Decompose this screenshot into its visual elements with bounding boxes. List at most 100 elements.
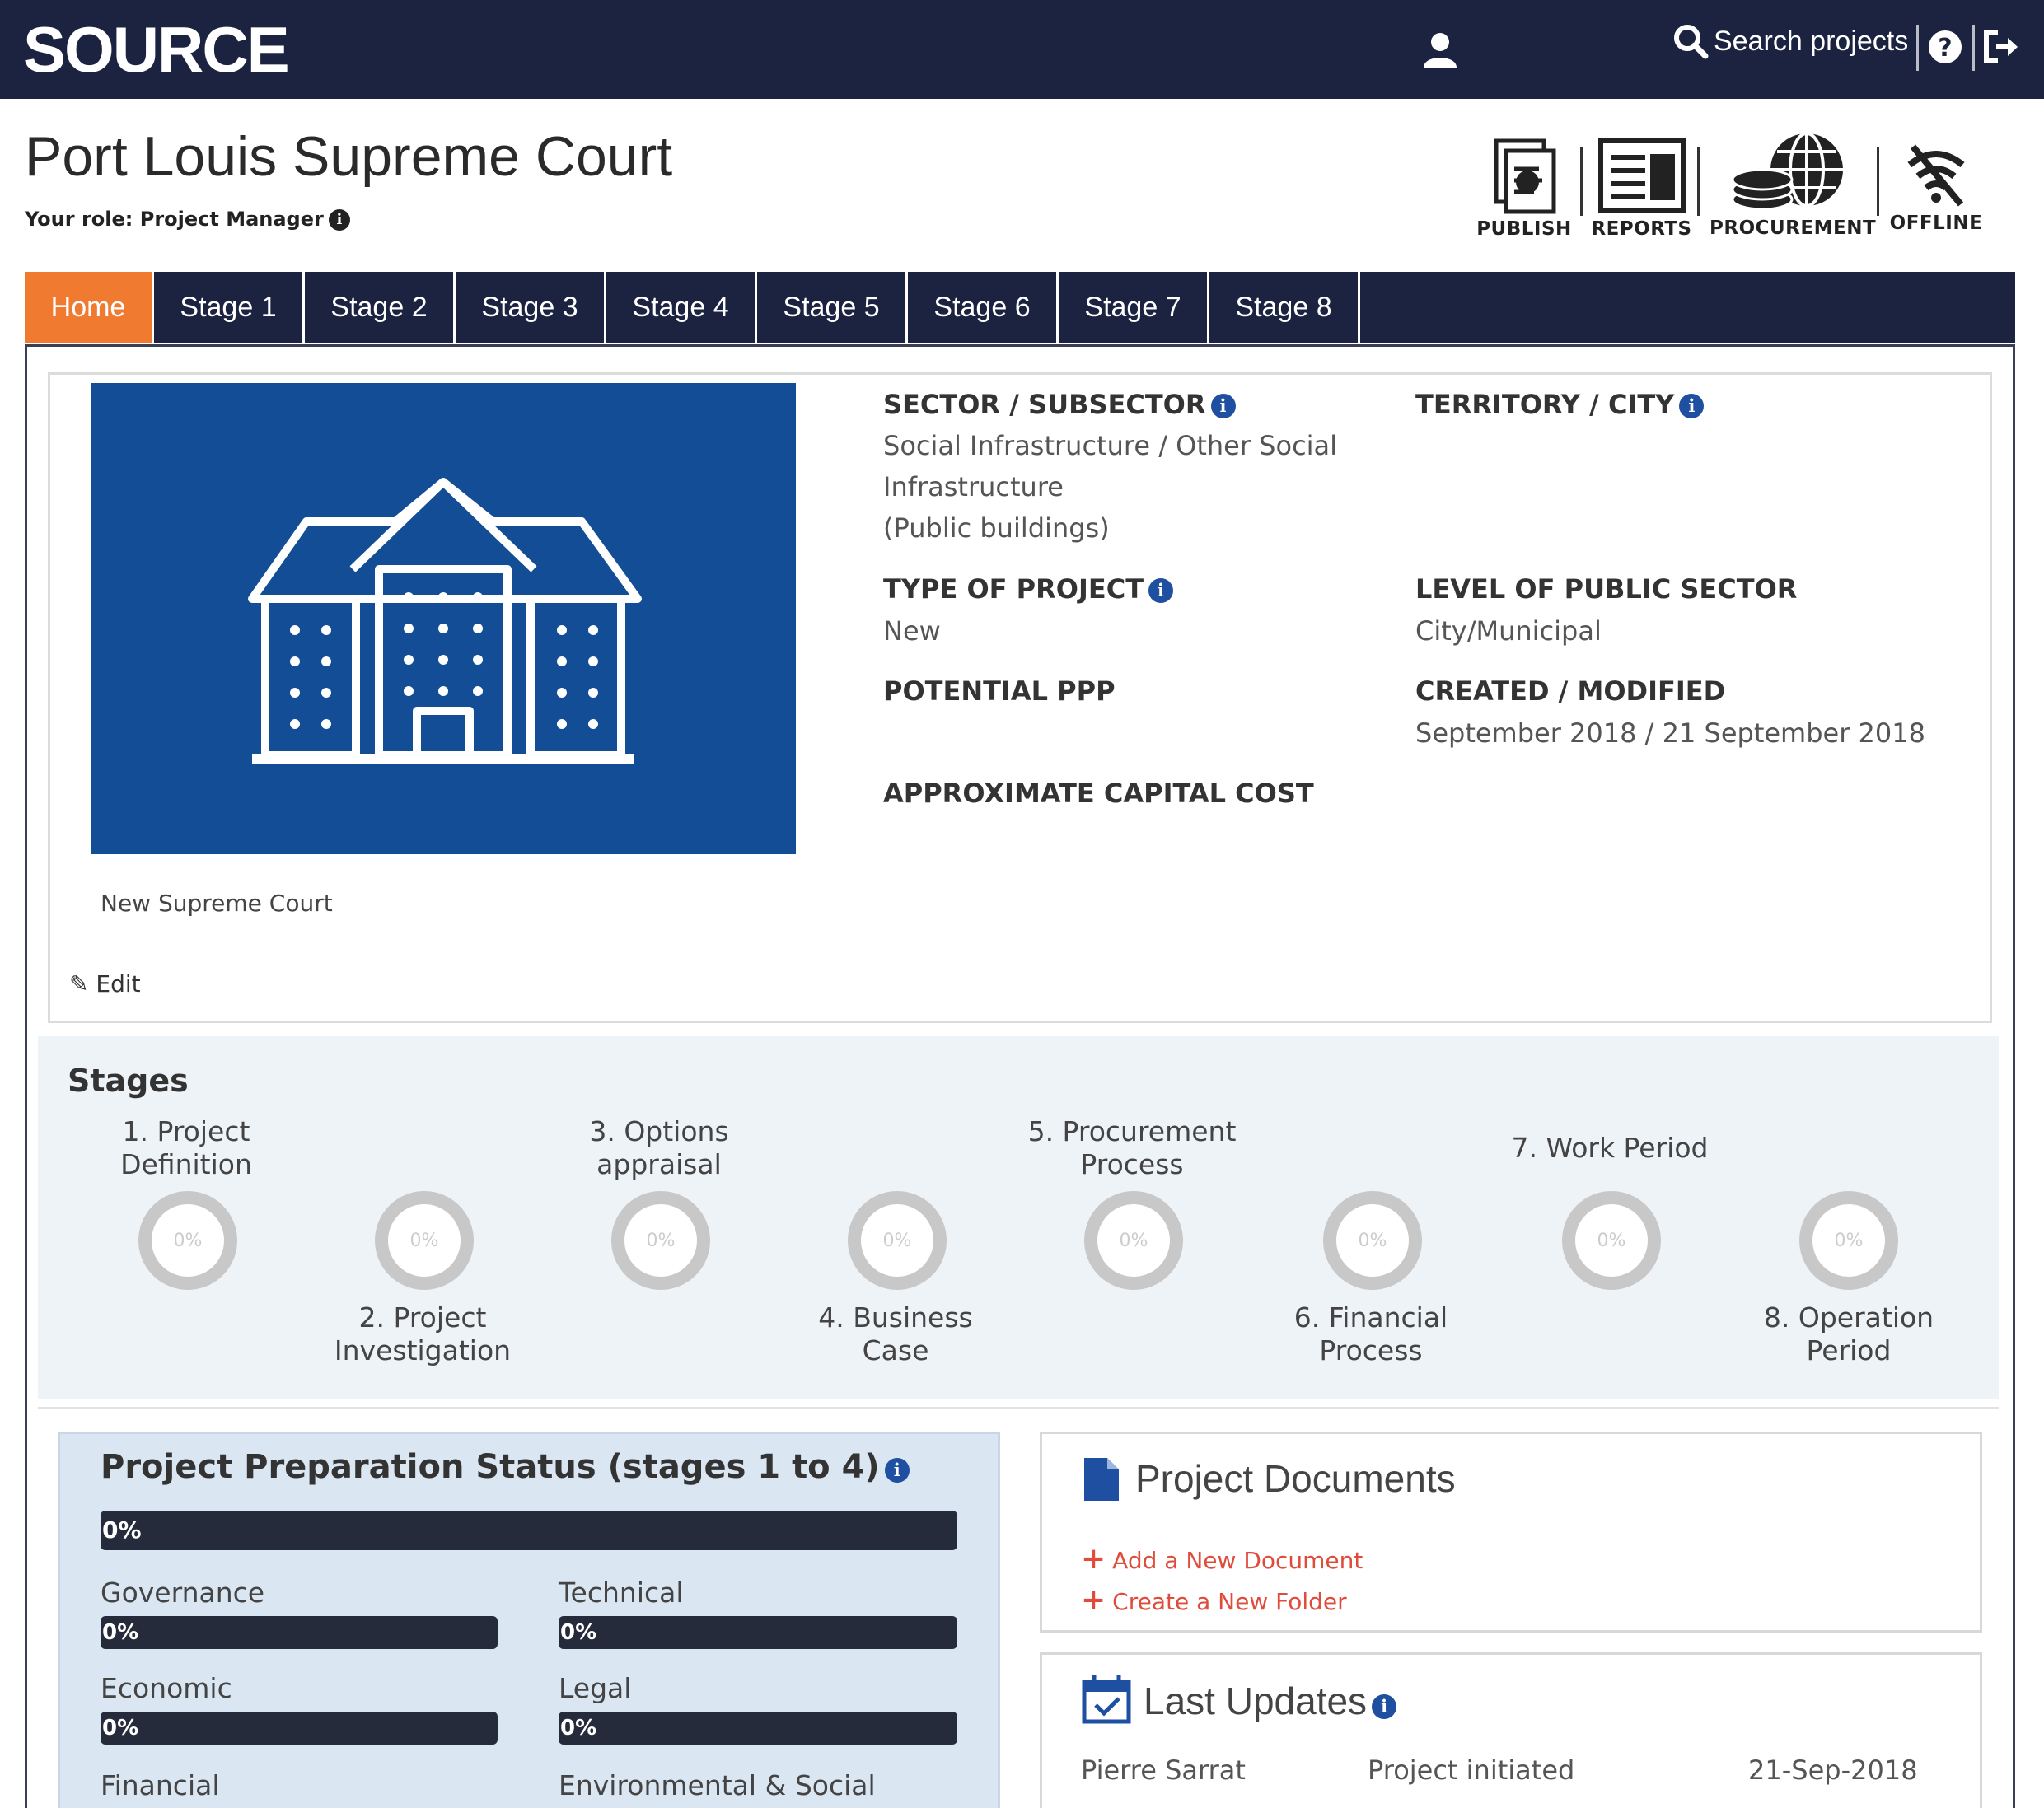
procurement-label: PROCUREMENT [1710,217,1877,239]
stage-2-progress-ring[interactable]: 0% [375,1191,474,1290]
stage-1-progress-ring[interactable]: 0% [138,1191,237,1290]
stage-7-label: 7. Work Period [1478,1132,1742,1165]
stage-label-line: Process [1080,1148,1184,1180]
stage-label-line: 8. Operation [1763,1301,1934,1334]
procurement-button[interactable]: PROCUREMENT [1710,132,1877,239]
stage-5-progress-ring[interactable]: 0% [1084,1191,1183,1290]
stage-8-progress-ring[interactable]: 0% [1799,1191,1898,1290]
top-divider [1916,25,1919,71]
tab-stage-4[interactable]: Stage 4 [606,272,757,343]
governance-label: Governance [101,1577,265,1609]
stage-label-line: 7. Work Period [1511,1132,1709,1164]
economic-label: Economic [101,1672,232,1704]
legal-progress-bar: 0% [559,1712,957,1745]
top-divider [1972,25,1975,71]
overall-progress-bar: 0% [101,1511,957,1550]
tab-stage-8[interactable]: Stage 8 [1209,272,1360,343]
capital-cost-label: APPROXIMATE CAPITAL COST [883,778,1314,809]
stage-3-progress-ring[interactable]: 0% [611,1191,710,1290]
publish-icon [1494,138,1556,214]
procurement-icon [1731,132,1843,211]
create-folder-link[interactable]: + Create a New Folder [1081,1583,1347,1617]
sector-value-line: Infrastructure [883,471,1064,502]
stage-label-line: Definition [120,1148,252,1180]
stage-1-label: 1. Project Definition [54,1115,318,1181]
add-document-link[interactable]: + Add a New Document [1081,1542,1363,1576]
publish-button[interactable]: PUBLISH [1475,136,1574,240]
page-title: Port Louis Supreme Court [25,125,673,188]
info-icon[interactable]: i [1210,394,1236,418]
tab-stage-1[interactable]: Stage 1 [154,272,305,343]
publish-label: PUBLISH [1476,218,1572,240]
stage-5-label: 5. Procurement Process [1000,1115,1264,1181]
stage-4-progress-ring[interactable]: 0% [848,1191,947,1290]
sector-value-line: (Public buildings) [883,512,1110,544]
last-updates-title-text: Last Updates [1144,1680,1368,1722]
stage-4-label: 4. Business Case [764,1301,1027,1367]
created-modified-value: September 2018 / 21 September 2018 [1415,717,1925,749]
offline-button[interactable]: OFFLINE [1887,140,1986,234]
tab-stage-3[interactable]: Stage 3 [456,272,606,343]
created-modified-label: CREATED / MODIFIED [1415,675,1726,707]
pencil-icon: ✎ [69,970,89,997]
help-icon[interactable]: ? [1925,26,1966,68]
public-sector-level-label: LEVEL OF PUBLIC SECTOR [1415,573,1798,605]
stage-label-line: Process [1319,1334,1423,1367]
stage-6-progress-ring[interactable]: 0% [1323,1191,1422,1290]
plus-icon: + [1081,1542,1106,1576]
public-sector-level-value: City/Municipal [1415,615,1602,647]
preparation-status-title-text: Project Preparation Status (stages 1 to … [101,1448,880,1486]
logout-icon[interactable] [1979,26,2025,68]
stage-label-line: 4. Business [818,1301,973,1334]
stage-3-label: 3. Options appraisal [527,1115,791,1181]
stage-7-progress-ring[interactable]: 0% [1562,1191,1661,1290]
type-value: New [883,615,941,647]
info-icon[interactable]: i [1679,394,1705,418]
governance-progress-bar: 0% [101,1616,498,1649]
stage-label-line: Investigation [334,1334,512,1367]
info-icon[interactable]: i [1148,578,1174,603]
stage-8-label: 8. Operation Period [1717,1301,1981,1367]
reports-button[interactable]: REPORTS [1590,136,1693,240]
tool-separator [1697,147,1700,216]
svg-text:?: ? [1938,34,1952,63]
stage-6-label: 6. Financial Process [1239,1301,1503,1367]
tab-home[interactable]: Home [25,272,154,343]
technical-progress-bar: 0% [559,1616,957,1649]
info-icon[interactable]: i [1372,1694,1397,1719]
calendar-check-icon [1081,1674,1132,1728]
tab-stage-6[interactable]: Stage 6 [908,272,1059,343]
stage-label-line: 3. Options [589,1115,729,1147]
plus-icon: + [1081,1583,1106,1617]
user-icon[interactable] [1415,25,1465,74]
search-icon [1672,23,1709,59]
type-label: TYPE OF PROJECT i [883,573,1174,605]
project-documents-title: Project Documents [1135,1457,1456,1500]
tool-separator [1877,147,1879,216]
tab-stage-7[interactable]: Stage 7 [1059,272,1209,343]
reports-label: REPORTS [1591,218,1692,240]
source-logo[interactable]: SOURCE [23,8,290,91]
search-projects-label: Search projects [1714,26,1909,57]
tab-stage-5[interactable]: Stage 5 [757,272,908,343]
sector-value: Social Infrastructure / Other Social Inf… [883,425,1337,549]
offline-label: OFFLINE [1889,213,1983,234]
territory-label: TERRITORY / CITY i [1415,389,1705,420]
info-icon[interactable]: i [884,1458,910,1483]
tab-stage-2[interactable]: Stage 2 [305,272,456,343]
project-image-caption: New Supreme Court [101,890,333,917]
territory-label-text: TERRITORY / CITY [1415,389,1675,420]
project-image[interactable] [91,383,796,854]
preparation-status-title: Project Preparation Status (stages 1 to … [101,1448,910,1486]
info-icon[interactable]: i [328,209,350,231]
sector-label: SECTOR / SUBSECTOR i [883,389,1236,420]
sector-value-line: Social Infrastructure / Other Social [883,430,1338,461]
type-label-text: TYPE OF PROJECT [883,573,1144,605]
stage-label-line: 2. Project [358,1301,487,1334]
search-projects-link[interactable]: Search projects [1672,23,1908,59]
add-document-label: Add a New Document [1112,1547,1363,1574]
ppp-label: POTENTIAL PPP [883,675,1116,707]
stage-2-label: 2. Project Investigation [291,1301,554,1367]
edit-link[interactable]: ✎ Edit [69,970,141,997]
economic-progress-bar: 0% [101,1712,498,1745]
